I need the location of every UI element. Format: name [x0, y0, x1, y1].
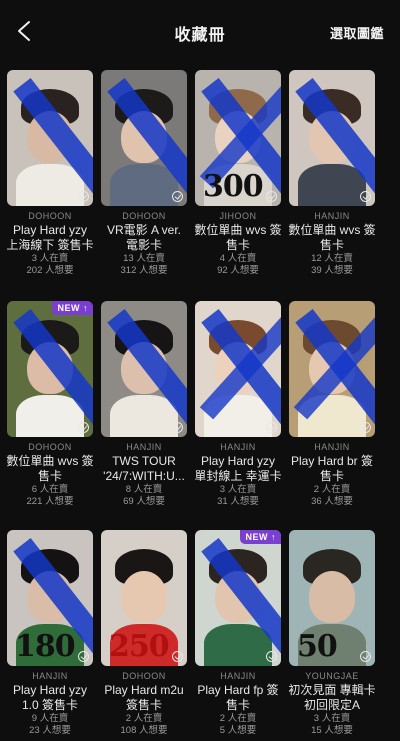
card-name: VR電影 A ver. 電影卡 — [106, 223, 182, 252]
card-name: Play Hard br 簽售卡 — [290, 454, 374, 483]
card-wants: 31 人想要 — [217, 496, 259, 507]
card-photo[interactable]: 300 — [195, 70, 281, 206]
card-artist: HANJIN — [126, 442, 162, 452]
new-badge: NEW ↑ — [239, 530, 281, 544]
card-artist: HANJIN — [314, 211, 350, 221]
card-sellers: 2 人在賣 — [125, 713, 163, 724]
check-circle-icon[interactable] — [360, 651, 371, 662]
card-wants: 15 人想要 — [311, 725, 353, 736]
photo-face — [309, 570, 355, 623]
card-photo[interactable]: NEW ↑ — [7, 301, 93, 437]
card-sellers: 12 人在賣 — [311, 253, 353, 264]
card-name: Play Hard m2u 簽售卡 — [104, 683, 184, 712]
check-circle-icon[interactable] — [266, 651, 277, 662]
card-name: Play Hard yzy 1.0 簽售卡 — [12, 683, 88, 712]
card-artist: DOHOON — [122, 211, 166, 221]
card-photo[interactable] — [101, 70, 187, 206]
top-bar: 收藏冊 選取圖鑑 — [0, 0, 400, 64]
collection-card[interactable]: NEW ↑ DOHOON 數位單曲 wvs 簽售卡 6 人在賣 221 人想要 — [6, 301, 94, 508]
card-artist: HANJIN — [314, 442, 350, 452]
collection-card[interactable]: 250 DOHOON Play Hard m2u 簽售卡 2 人在賣 108 人想… — [100, 530, 188, 737]
new-badge: NEW ↑ — [51, 301, 93, 315]
check-circle-icon[interactable] — [172, 651, 183, 662]
card-photo[interactable]: NEW ↑ — [195, 530, 281, 666]
card-wants: 108 人想要 — [120, 725, 168, 736]
collection-card[interactable]: DOHOON Play Hard yzy 上海線下 簽售卡 3 人在賣 202 … — [6, 70, 94, 277]
card-sellers: 4 人在賣 — [219, 253, 257, 264]
card-wants: 221 人想要 — [26, 496, 74, 507]
check-circle-icon[interactable] — [172, 422, 183, 433]
collection-card[interactable]: 50 YOUNGJAE 初次見面 專輯卡 初回限定A 3 人在賣 15 人想要 — [288, 530, 376, 737]
check-circle-icon[interactable] — [360, 191, 371, 202]
card-photo[interactable]: 250 — [101, 530, 187, 666]
card-photo[interactable] — [195, 301, 281, 437]
card-name: TWS TOUR '24/7:WITH:U... — [103, 454, 185, 483]
select-collection-button[interactable]: 選取圖鑑 — [330, 23, 384, 42]
handwritten-price: 250 — [109, 629, 170, 664]
collection-card[interactable]: HANJIN Play Hard yzy 單封線上 幸運卡 3 人在賣 31 人… — [194, 301, 282, 508]
handwritten-price: 50 — [297, 629, 338, 664]
card-photo[interactable]: 180 — [7, 530, 93, 666]
collection-card[interactable]: HANJIN TWS TOUR '24/7:WITH:U... 8 人在賣 69… — [100, 301, 188, 508]
card-wants: 23 人想要 — [29, 725, 71, 736]
card-sellers: 6 人在賣 — [31, 484, 69, 495]
card-photo[interactable]: 50 — [289, 530, 375, 666]
card-artist: DOHOON — [122, 671, 166, 681]
check-circle-icon[interactable] — [360, 422, 371, 433]
check-circle-icon[interactable] — [78, 191, 89, 202]
card-wants: 36 人想要 — [311, 496, 353, 507]
card-name: 數位單曲 wvs 簽售卡 — [6, 454, 94, 483]
card-name: 數位單曲 wvs 簽售卡 — [288, 223, 376, 252]
card-sellers: 2 人在賣 — [219, 713, 257, 724]
card-wants: 5 人想要 — [219, 725, 257, 736]
card-photo[interactable] — [101, 301, 187, 437]
collection-card[interactable]: DOHOON VR電影 A ver. 電影卡 13 人在賣 312 人想要 — [100, 70, 188, 277]
card-sellers: 13 人在賣 — [123, 253, 165, 264]
handwritten-price: 180 — [15, 629, 76, 664]
collection-card[interactable]: HANJIN 數位單曲 wvs 簽售卡 12 人在賣 39 人想要 — [288, 70, 376, 277]
card-name: Play Hard yzy 上海線下 簽售卡 — [6, 223, 94, 252]
card-wants: 202 人想要 — [26, 265, 74, 276]
collection-card[interactable]: HANJIN Play Hard br 簽售卡 2 人在賣 36 人想要 — [288, 301, 376, 508]
card-wants: 312 人想要 — [120, 265, 168, 276]
card-name: 初次見面 專輯卡 初回限定A — [288, 683, 376, 712]
card-artist: HANJIN — [32, 671, 68, 681]
collection-card[interactable]: NEW ↑ HANJIN Play Hard fp 簽售卡 2 人在賣 5 人想要 — [194, 530, 282, 737]
chevron-left-icon — [18, 21, 30, 41]
card-wants: 39 人想要 — [311, 265, 353, 276]
card-sellers: 3 人在賣 — [31, 253, 69, 264]
check-circle-icon[interactable] — [78, 422, 89, 433]
check-circle-icon[interactable] — [172, 191, 183, 202]
photo-face — [121, 570, 167, 623]
card-artist: JIHOON — [219, 211, 257, 221]
card-artist: HANJIN — [220, 671, 256, 681]
card-artist: HANJIN — [220, 442, 256, 452]
card-sellers: 3 人在賣 — [219, 484, 257, 495]
check-circle-icon[interactable] — [78, 651, 89, 662]
card-name: 數位單曲 wvs 簽售卡 — [194, 223, 282, 252]
card-name: Play Hard yzy 單封線上 幸運卡 — [194, 454, 282, 483]
collection-card[interactable]: 180 HANJIN Play Hard yzy 1.0 簽售卡 9 人在賣 23… — [6, 530, 94, 737]
check-circle-icon[interactable] — [266, 191, 277, 202]
card-sellers: 3 人在賣 — [313, 713, 351, 724]
card-wants: 92 人想要 — [217, 265, 259, 276]
card-artist: DOHOON — [28, 211, 72, 221]
card-sellers: 2 人在賣 — [313, 484, 351, 495]
card-sellers: 9 人在賣 — [31, 713, 69, 724]
card-wants: 69 人想要 — [123, 496, 165, 507]
card-photo[interactable] — [289, 70, 375, 206]
card-photo[interactable] — [289, 301, 375, 437]
card-artist: YOUNGJAE — [305, 671, 359, 681]
card-photo[interactable] — [7, 70, 93, 206]
handwritten-price: 300 — [203, 169, 264, 204]
card-artist: DOHOON — [28, 442, 72, 452]
card-name: Play Hard fp 簽售卡 — [197, 683, 279, 712]
back-button[interactable] — [14, 20, 44, 46]
check-circle-icon[interactable] — [266, 422, 277, 433]
card-sellers: 8 人在賣 — [125, 484, 163, 495]
collection-card[interactable]: 300 JIHOON 數位單曲 wvs 簽售卡 4 人在賣 92 人想要 — [194, 70, 282, 277]
